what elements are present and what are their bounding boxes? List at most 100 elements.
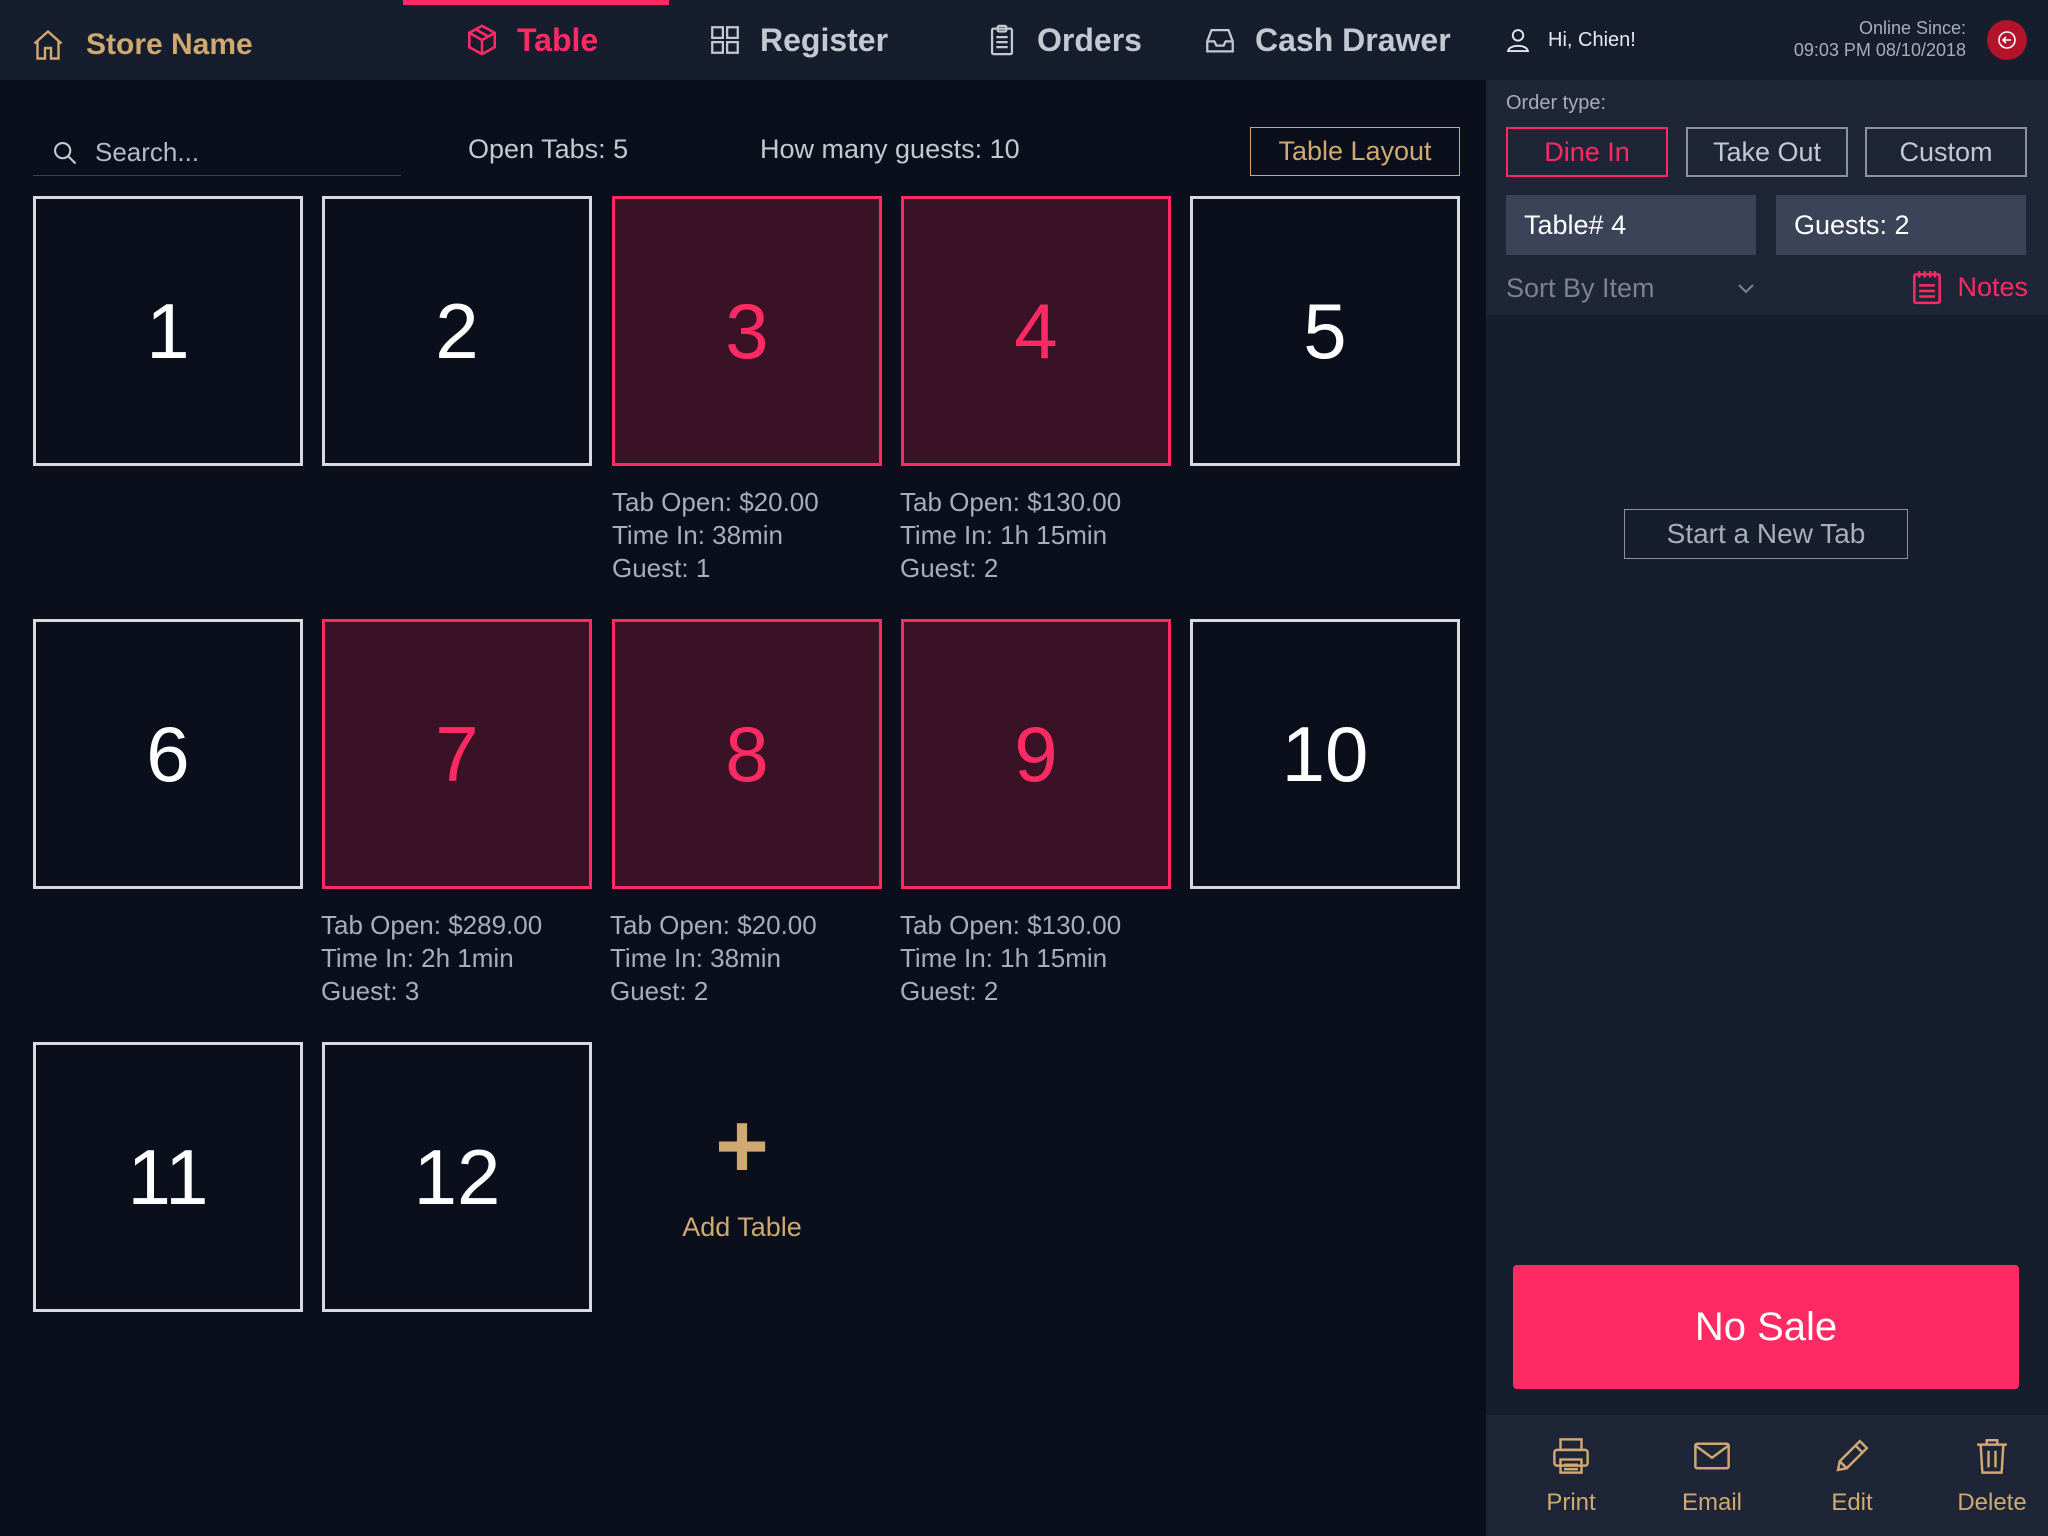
table-info-4: Tab Open: $130.00 Time In: 1h 15min Gues…	[900, 486, 1190, 585]
chevron-down-icon	[1738, 284, 1754, 294]
logout-button[interactable]	[1987, 20, 2027, 60]
user-menu[interactable]: Hi, Chien!	[1504, 0, 1636, 80]
guest-count: Guest: 2	[900, 553, 999, 583]
delete-label: Delete	[1957, 1488, 2027, 1516]
user-icon	[1506, 29, 1530, 53]
home-icon	[33, 29, 63, 60]
inbox-icon	[1206, 28, 1234, 53]
store-home[interactable]: Store Name	[30, 22, 253, 68]
order-type-custom[interactable]: Custom	[1865, 127, 2027, 177]
tab-amount: Tab Open: $20.00	[612, 487, 819, 517]
online-label: Online Since:	[1858, 18, 1966, 38]
tab-orders[interactable]: Orders	[985, 0, 1142, 80]
time-in: Time In: 1h 15min	[900, 943, 1108, 973]
table-info-8: Tab Open: $20.00 Time In: 38min Guest: 2	[610, 909, 900, 1008]
tab-amount: Tab Open: $130.00	[900, 487, 1122, 517]
table-tile-9[interactable]: 9	[901, 619, 1171, 889]
table-number: 9	[1014, 709, 1058, 798]
table-tile-11[interactable]: 11	[33, 1042, 303, 1312]
no-sale-button[interactable]: No Sale	[1513, 1265, 2019, 1389]
table-tile-7[interactable]: 7	[322, 619, 592, 889]
table-tile-6[interactable]: 6	[33, 619, 303, 889]
tab-amount: Tab Open: $130.00	[900, 910, 1122, 940]
delete-button[interactable]: Delete	[1922, 1415, 2048, 1536]
table-tile-2[interactable]: 2	[322, 196, 592, 466]
table-number: 2	[435, 286, 479, 375]
table-number: 10	[1281, 709, 1369, 798]
edit-label: Edit	[1831, 1488, 1873, 1516]
edit-button[interactable]: Edit	[1782, 1415, 1922, 1536]
sort-label: Sort By Item	[1506, 272, 1655, 303]
table-number-field[interactable]: Table# 4	[1506, 195, 1756, 255]
search-input[interactable]	[95, 137, 395, 168]
table-tile-12[interactable]: 12	[322, 1042, 592, 1312]
table-number: 4	[1014, 286, 1058, 375]
tab-register[interactable]: Register	[708, 0, 888, 80]
table-number: 8	[725, 709, 769, 798]
grid-icon	[711, 26, 739, 54]
notes-label: Notes	[1957, 271, 2028, 302]
table-number: 11	[127, 1132, 209, 1221]
notepad-icon	[1913, 271, 1942, 305]
add-table-label: Add Table	[682, 1212, 802, 1242]
plus-icon: +	[715, 1095, 769, 1197]
email-button[interactable]: Email	[1642, 1415, 1782, 1536]
table-tile-1[interactable]: 1	[33, 196, 303, 466]
table-layout-button[interactable]: Table Layout	[1250, 127, 1460, 176]
table-number: 12	[413, 1132, 501, 1221]
tab-table[interactable]: Table	[402, 0, 670, 80]
table-info-7: Tab Open: $289.00 Time In: 2h 1min Guest…	[321, 909, 611, 1008]
online-time: 09:03 PM 08/10/2018	[1793, 40, 1966, 60]
time-in: Time In: 1h 15min	[900, 520, 1108, 550]
logout-icon	[1998, 31, 2016, 49]
search-bar	[33, 130, 401, 176]
tab-label: Table	[517, 21, 599, 58]
guest-count: Guest: 2	[900, 976, 999, 1006]
time-in: Time In: 38min	[610, 943, 781, 973]
order-panel: Order type: Dine In Take Out Custom Tabl…	[1486, 80, 2048, 1536]
print-button[interactable]: Print	[1501, 1415, 1641, 1536]
order-type-take-out[interactable]: Take Out	[1686, 127, 1848, 177]
print-label: Print	[1546, 1488, 1596, 1516]
table-tile-10[interactable]: 10	[1190, 619, 1460, 889]
table-tile-3[interactable]: 3	[612, 196, 882, 466]
notes-button[interactable]: Notes	[1911, 265, 2028, 309]
table-info-9: Tab Open: $130.00 Time In: 1h 15min Gues…	[900, 909, 1190, 1008]
table-tile-5[interactable]: 5	[1190, 196, 1460, 466]
clipboard-icon	[990, 24, 1014, 56]
table-tile-8[interactable]: 8	[612, 619, 882, 889]
tab-amount: Tab Open: $289.00	[321, 910, 543, 940]
user-greeting: Hi, Chien!	[1548, 28, 1636, 51]
search-icon	[54, 141, 77, 164]
store-name: Store Name	[86, 28, 253, 61]
table-number: 6	[146, 709, 190, 798]
pencil-icon	[1836, 1438, 1869, 1472]
add-table-button[interactable]: + Add Table	[612, 1100, 872, 1280]
box-icon	[467, 24, 497, 56]
guests-field[interactable]: Guests: 2	[1776, 195, 2026, 255]
table-tile-4[interactable]: 4	[901, 196, 1171, 466]
time-in: Time In: 2h 1min	[321, 943, 514, 973]
table-number: 7	[435, 709, 479, 798]
tab-amount: Tab Open: $20.00	[610, 910, 817, 940]
order-type-dine-in[interactable]: Dine In	[1506, 127, 1668, 177]
action-footer: Print Email Edit Delete	[1486, 1415, 2048, 1536]
tab-cash-drawer[interactable]: Cash Drawer	[1203, 0, 1451, 80]
open-tabs-count: Open Tabs: 5	[468, 134, 629, 164]
printer-icon	[1553, 1437, 1589, 1474]
table-info-3: Tab Open: $20.00 Time In: 38min Guest: 1	[612, 486, 902, 585]
top-bar: Store Name Table Register Orders Cash Dr…	[0, 0, 2048, 80]
table-number: 3	[725, 286, 769, 375]
guest-count: Guest: 1	[612, 553, 711, 583]
table-number: 1	[146, 286, 190, 375]
tab-label: Orders	[1037, 21, 1142, 58]
time-in: Time In: 38min	[612, 520, 783, 550]
online-status: Online Since: 09:03 PM 08/10/2018	[1794, 17, 1966, 61]
guest-count: Guest: 3	[321, 976, 420, 1006]
tab-label: Register	[760, 21, 889, 58]
email-label: Email	[1681, 1488, 1742, 1516]
start-new-tab-button[interactable]: Start a New Tab	[1624, 509, 1908, 559]
guest-count: Guest: 2	[610, 976, 709, 1006]
order-panel-header: Order type: Dine In Take Out Custom Tabl…	[1486, 80, 2048, 315]
sort-dropdown[interactable]: Sort By Item	[1506, 268, 1758, 308]
